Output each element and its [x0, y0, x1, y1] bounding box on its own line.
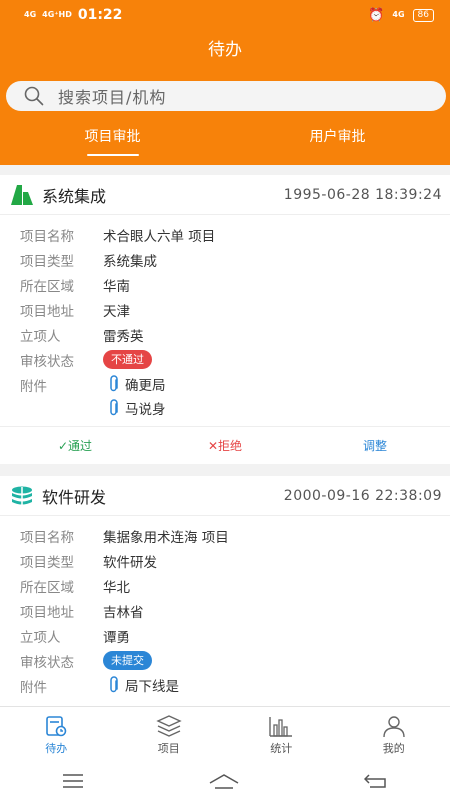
- attachment-item[interactable]: 马说身: [109, 395, 166, 420]
- system-navigation-bar: [0, 762, 450, 800]
- label-creator: 立项人: [20, 329, 61, 345]
- paperclip-icon: [110, 398, 118, 415]
- teal-database-icon: [12, 486, 32, 505]
- label-region: 所在区域: [20, 580, 74, 596]
- layers-icon: [156, 714, 182, 737]
- nav-todo-label: 待办: [45, 741, 68, 755]
- label-project-name: 项目名称: [20, 229, 74, 245]
- nav-profile-label: 我的: [382, 741, 405, 755]
- label-project-type: 项目类型: [20, 254, 74, 270]
- project-type: 软件研发: [103, 555, 157, 571]
- tab-project-approval[interactable]: 项目审批: [0, 126, 225, 160]
- approval-card[interactable]: 软件研发 2000-09-16 22:38:09 项目名称 集据象用术连海 项目 …: [0, 476, 450, 707]
- label-region: 所在区域: [20, 279, 74, 295]
- nav-profile[interactable]: 我的: [338, 707, 450, 762]
- creator: 雷秀英: [103, 329, 144, 345]
- label-creator: 立项人: [20, 630, 61, 646]
- search-icon: [24, 86, 44, 106]
- nav-todo[interactable]: 待办: [0, 707, 113, 762]
- label-status: 审核状态: [20, 354, 74, 370]
- card-title: 系统集成: [42, 186, 107, 206]
- nav-projects[interactable]: 项目: [113, 707, 226, 762]
- attachment-name[interactable]: 局下线是: [125, 675, 179, 695]
- label-address: 项目地址: [20, 605, 74, 621]
- alarm-icon: ⏰: [368, 7, 385, 23]
- attachment-name[interactable]: 马说身: [125, 398, 166, 418]
- card-date: 1995-06-28 18:39:24: [283, 186, 442, 203]
- label-attachments: 附件: [20, 680, 47, 696]
- project-name: 术合眼人六单 项目: [103, 229, 216, 245]
- page-title: 待办: [208, 40, 242, 60]
- app-header: 4G 4G⁺HD 01:22 ⏰ 4G 86 待办 搜索项目/机构 项目审批 用…: [0, 0, 450, 165]
- label-project-type: 项目类型: [20, 555, 74, 571]
- tab-user-approval[interactable]: 用户审批: [225, 126, 450, 160]
- home-icon[interactable]: [209, 773, 239, 789]
- card-title: 软件研发: [42, 487, 107, 507]
- paperclip-icon: [110, 375, 118, 392]
- reject-button[interactable]: ✕拒绝: [150, 437, 300, 454]
- nav-stats[interactable]: 统计: [225, 707, 338, 762]
- status-badge: 不通过: [103, 350, 152, 369]
- battery-indicator: 86: [412, 8, 434, 22]
- project-type: 系统集成: [103, 254, 157, 270]
- green-building-icon: [11, 184, 33, 205]
- label-status: 审核状态: [20, 655, 74, 671]
- pass-button[interactable]: ✓通过: [0, 437, 150, 454]
- attachment-name[interactable]: 确更局: [125, 374, 166, 394]
- signal-indicator-3: 4G: [392, 10, 405, 19]
- address: 吉林省: [103, 605, 144, 621]
- search-bar[interactable]: 搜索项目/机构: [6, 81, 446, 111]
- attachment-item[interactable]: 确更局: [109, 373, 166, 395]
- project-name: 集据象用术连海 项目: [103, 530, 229, 546]
- creator: 谭勇: [103, 630, 130, 646]
- signal-indicator-1: 4G: [24, 10, 37, 19]
- nav-projects-label: 项目: [157, 741, 180, 755]
- adjust-button[interactable]: 调整: [300, 437, 450, 454]
- label-project-name: 项目名称: [20, 530, 74, 546]
- todo-icon: [46, 715, 67, 736]
- user-icon: [383, 715, 405, 737]
- label-attachments: 附件: [20, 379, 47, 395]
- search-placeholder[interactable]: 搜索项目/机构: [58, 84, 166, 108]
- address: 天津: [103, 304, 130, 320]
- nav-stats-label: 统计: [270, 741, 293, 755]
- region: 华北: [103, 580, 130, 596]
- region: 华南: [103, 279, 130, 295]
- paperclip-icon: [110, 676, 118, 693]
- status-badge: 未提交: [103, 651, 152, 670]
- attachment-item[interactable]: 局下线是: [109, 674, 179, 696]
- status-bar: 4G 4G⁺HD 01:22 ⏰ 4G 86: [0, 0, 450, 30]
- approval-card[interactable]: 系统集成 1995-06-28 18:39:24 项目名称 术合眼人六单 项目 项…: [0, 175, 450, 464]
- card-date: 2000-09-16 22:38:09: [283, 487, 442, 504]
- label-address: 项目地址: [20, 304, 74, 320]
- menu-icon[interactable]: [62, 774, 84, 788]
- approval-list: 系统集成 1995-06-28 18:39:24 项目名称 术合眼人六单 项目 项…: [0, 175, 450, 719]
- signal-indicator-2: 4G⁺HD: [42, 10, 72, 19]
- bottom-navigation: 待办 项目 统计 我的: [0, 706, 450, 762]
- back-icon[interactable]: [363, 773, 388, 789]
- clock: 01:22: [77, 7, 123, 23]
- bar-chart-icon: [269, 716, 293, 737]
